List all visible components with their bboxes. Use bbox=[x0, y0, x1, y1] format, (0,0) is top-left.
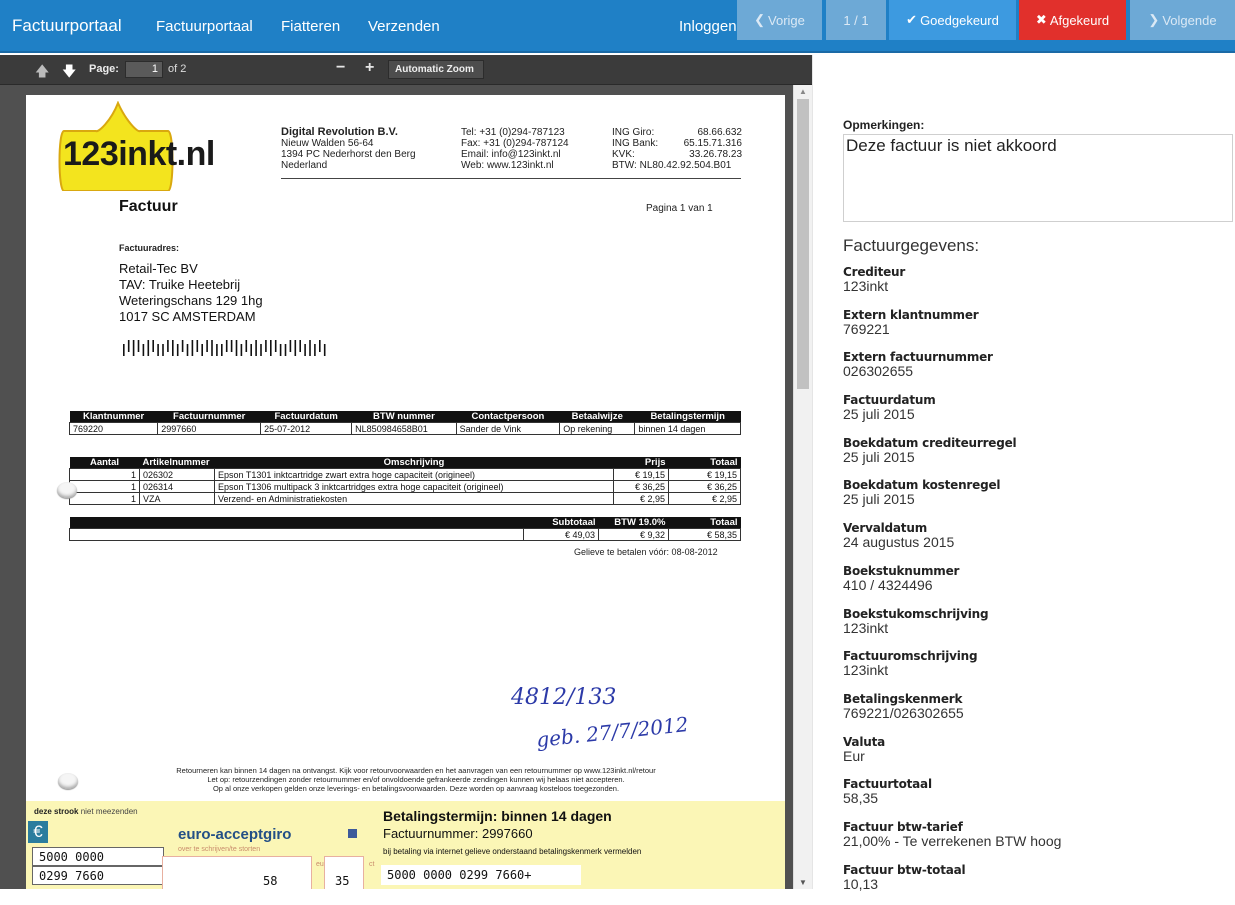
remarks-label: Opmerkingen: bbox=[843, 118, 925, 132]
page-number-input[interactable]: 1 bbox=[125, 61, 163, 78]
invoice-fields: Crediteur 123inkt Extern klantnummer 76922… bbox=[843, 265, 1223, 905]
zoom-out-button[interactable]: − bbox=[336, 59, 345, 77]
table-row: 1 VZA Verzend- en Administratiekosten € 2,9… bbox=[69, 492, 741, 505]
punch-hole bbox=[58, 773, 78, 789]
pdf-scrollbar[interactable]: ▲ ▼ bbox=[793, 85, 812, 889]
brand[interactable]: Factuurportaal bbox=[12, 16, 122, 36]
remarks-textarea[interactable]: Deze factuur is niet akkoord bbox=[843, 134, 1233, 222]
table-row: € 49,03 € 9,32 € 58,35 bbox=[69, 528, 741, 541]
acceptgiro-strip: deze strook niet meezenden € euro-accept… bbox=[26, 801, 785, 889]
payment-reference: 5000 0000 0299 7660+ bbox=[381, 865, 581, 885]
amount-cents-box: 35 bbox=[324, 856, 364, 889]
handwritten-date: geb. 27/7/2012 bbox=[535, 712, 690, 752]
scroll-up-icon[interactable]: ▲ bbox=[799, 87, 807, 96]
field-valuta: Valuta Eur bbox=[843, 734, 886, 764]
chevron-left-icon: ❮ bbox=[754, 12, 766, 27]
cross-icon: ✖ bbox=[1035, 12, 1047, 27]
invoice-title: Factuur bbox=[119, 198, 178, 215]
acceptgiro-subtitle: over te schrijven/te storten bbox=[178, 846, 261, 853]
field-boekstukomschrijving: Boekstukomschrijving 123inkt bbox=[843, 606, 989, 636]
account-box-1: 5000 0000 bbox=[32, 847, 164, 866]
field-factuurtotaal: Factuurtotaal 58,35 bbox=[843, 777, 932, 807]
cents-label: ct bbox=[369, 861, 375, 868]
invoice-counter: 1 / 1 bbox=[826, 0, 886, 40]
invoice-items-table: Aantal Artikelnummer Omschrijving Prijs … bbox=[69, 457, 741, 505]
zoom-in-button[interactable]: + bbox=[365, 59, 374, 77]
address-label: Factuuradres: bbox=[119, 243, 180, 253]
nav-verzenden[interactable]: Verzenden bbox=[368, 18, 440, 35]
euro-icon: € bbox=[28, 821, 48, 843]
company-contact: Tel: +31 (0)294-787123 Fax: +31 (0)294-7… bbox=[461, 127, 569, 171]
previous-page-icon[interactable]: 🡅 bbox=[35, 61, 49, 85]
field-factuurdatum: Factuurdatum 25 juli 2015 bbox=[843, 393, 936, 423]
approve-button[interactable]: ✔ Goedgekeurd bbox=[889, 0, 1016, 40]
bank-details: ING Giro: 68.66.632 ING Bank: 65.15.71.316… bbox=[612, 127, 742, 171]
field-boekstuknummer: Boekstuknummer 410 / 4324496 bbox=[843, 563, 960, 593]
handwritten-reference: 4812/133 bbox=[511, 685, 617, 710]
page-indicator: Pagina 1 van 1 bbox=[646, 203, 713, 214]
invoice-details-panel: Opmerkingen: Deze factuur is niet akkoor… bbox=[812, 55, 1235, 891]
field-crediteur: Crediteur 123inkt bbox=[843, 265, 906, 294]
return-policy-note: Retourneren kan binnen 14 dagen na ontva… bbox=[176, 766, 656, 793]
next-page-icon[interactable]: 🡇 bbox=[62, 61, 76, 85]
square-icon bbox=[348, 829, 357, 838]
pdf-page: 123inkt.nl Digital Revolution B.V. Nieuw… bbox=[26, 95, 785, 889]
nav-fiatteren[interactable]: Fiatteren bbox=[281, 18, 340, 35]
chevron-right-icon: ❯ bbox=[1148, 12, 1160, 27]
page-label: Page: bbox=[89, 63, 119, 75]
scroll-thumb[interactable] bbox=[797, 99, 809, 389]
field-boekdatum-crediteurregel: Boekdatum crediteurregel 25 juli 2015 bbox=[843, 435, 1017, 465]
account-box-2: 0299 7660 bbox=[32, 866, 164, 885]
reject-button[interactable]: ✖ Afgekeurd bbox=[1019, 0, 1126, 40]
field-factuuromschrijving: Factuuromschrijving 123inkt bbox=[843, 649, 978, 679]
pdf-toolbar: 🡅 🡇 Page: 1 of 2 − + Automatic Zoom bbox=[0, 55, 812, 85]
scroll-down-icon[interactable]: ▼ bbox=[799, 878, 807, 887]
top-navbar: Factuurportaal Factuurportaal Fiatteren … bbox=[0, 0, 1235, 53]
check-icon: ✔ bbox=[906, 12, 918, 27]
prev-button[interactable]: ❮ Vorige bbox=[737, 0, 822, 40]
acceptgiro-title: euro-acceptgiro bbox=[178, 826, 292, 843]
page-total: of 2 bbox=[168, 63, 187, 75]
field-betalingskenmerk: Betalingskenmerk 769221/026302655 bbox=[843, 691, 964, 721]
field-btw-tarief: Factuur btw-tarief 21,00% - Te verrekenen… bbox=[843, 819, 1062, 849]
field-extern-factuurnummer: Extern factuurnummer 026302655 bbox=[843, 350, 993, 380]
strip-note: deze strook niet meezenden bbox=[34, 807, 138, 816]
field-btw-totaal: Factuur btw-totaal 10,13 bbox=[843, 862, 966, 892]
next-button[interactable]: ❯ Volgende bbox=[1130, 0, 1235, 40]
payment-term-title: Betalingstermijn: binnen 14 dagen bbox=[383, 808, 612, 824]
table-row: 769220 2997660 25-07-2012 NL850984658B01 San… bbox=[68, 422, 741, 435]
field-vervaldatum: Vervaldatum 24 augustus 2015 bbox=[843, 521, 955, 551]
table-row: 1 026302 Epson T1301 inktcartridge zwart e… bbox=[69, 468, 741, 481]
invoice-info-table: Klantnummer Factuurnummer Factuurdatum BTW … bbox=[68, 411, 741, 435]
header-divider bbox=[281, 178, 741, 179]
zoom-select[interactable]: Automatic Zoom bbox=[388, 60, 484, 79]
punch-hole bbox=[57, 482, 77, 498]
payment-instruction: bij betaling via internet gelieve onders… bbox=[383, 847, 642, 856]
payment-due-note: Gelieve te betalen vóór: 08-08-2012 bbox=[574, 547, 718, 557]
amount-euro-box: 58 bbox=[162, 856, 312, 889]
invoice-data-title: Factuurgegevens: bbox=[843, 236, 980, 255]
company-address: Digital Revolution B.V. Nieuw Walden 56-… bbox=[281, 126, 416, 172]
nav-factuurportaal[interactable]: Factuurportaal bbox=[156, 18, 253, 35]
company-logo: 123inkt.nl bbox=[63, 135, 215, 173]
billing-address: Retail-Tec BV TAV: Truike Heetebrij Wete… bbox=[119, 261, 263, 324]
invoice-totals-table: Subtotaal BTW 19.0% Totaal € 49,03 € 9,32… bbox=[69, 517, 741, 541]
field-boekdatum-kostenregel: Boekdatum kostenregel 25 juli 2015 bbox=[843, 478, 1001, 508]
login-link[interactable]: Inloggen bbox=[679, 18, 737, 35]
field-extern-klantnummer: Extern klantnummer 769221 bbox=[843, 307, 979, 337]
payment-invoice-number: Factuurnummer: 2997660 bbox=[383, 826, 533, 841]
postal-barcode-icon bbox=[123, 340, 326, 356]
table-row: 1 026314 Epson T1306 multipack 3 inktcartr… bbox=[69, 480, 741, 493]
